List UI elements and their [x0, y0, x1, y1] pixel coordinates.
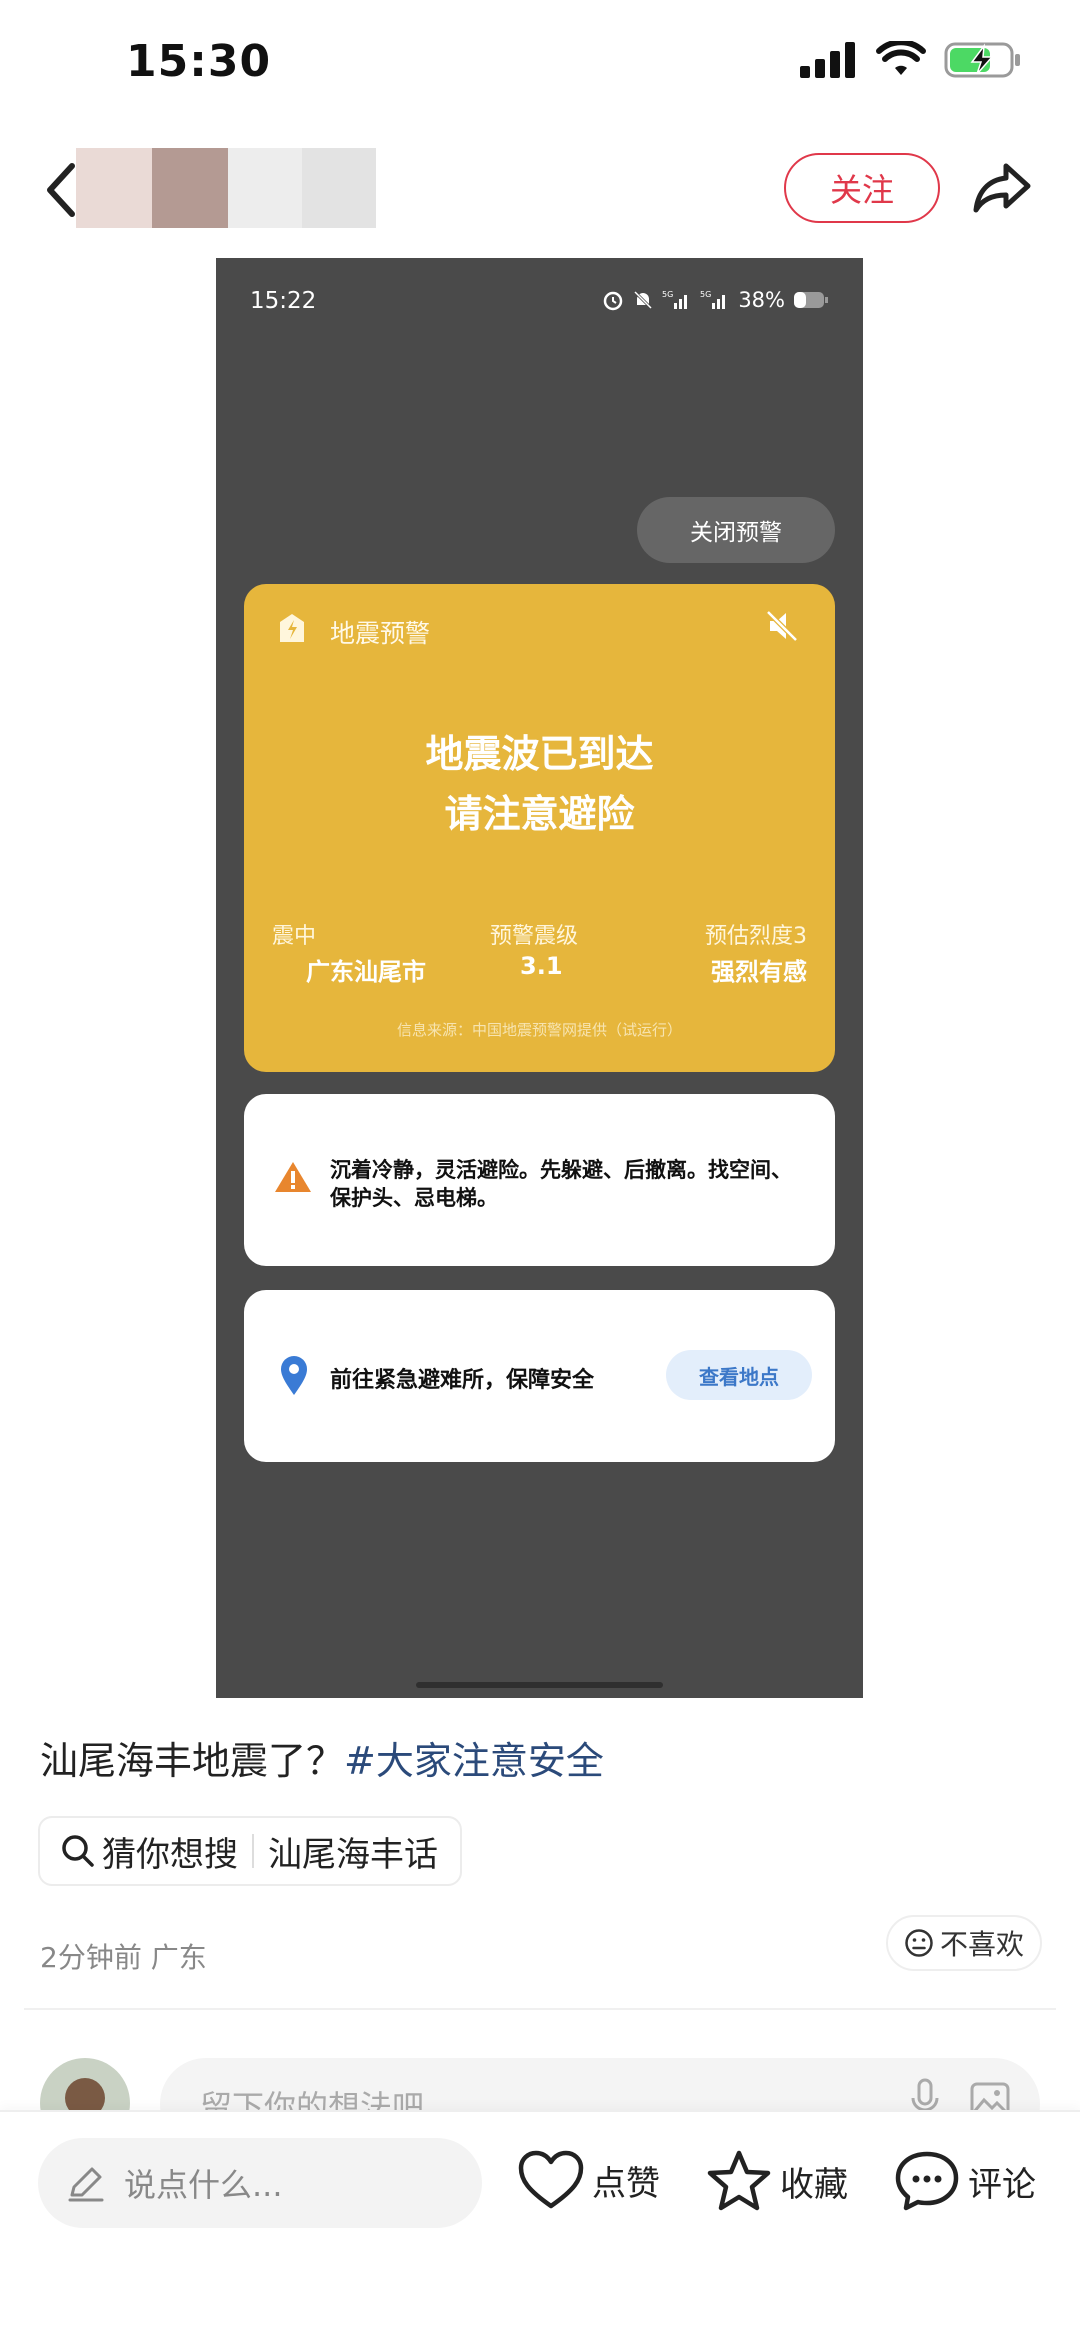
svg-text:5G: 5G	[700, 290, 711, 299]
shelter-card: 前往紧急避难所，保障安全 查看地点	[244, 1290, 835, 1462]
like-label: 点赞	[592, 2163, 660, 2204]
warning-icon	[275, 1162, 311, 1192]
alert-source: 信息来源：中国地震预警网提供（试运行）	[396, 1021, 682, 1039]
intensity-label: 预估烈度3	[705, 924, 807, 949]
dislike-label: 不喜欢	[940, 1928, 1025, 1961]
alarm-icon	[604, 291, 623, 311]
say-placeholder: 说点什么...	[124, 2166, 283, 2204]
alert-headline: 地震波已到达 请注意避险	[244, 724, 835, 844]
close-alert-button[interactable]: 关闭预警	[637, 497, 835, 563]
status-time: 15:30	[126, 36, 272, 87]
mute-bell-icon	[634, 290, 653, 310]
wifi-icon	[876, 41, 926, 75]
comment-label: 评论	[968, 2164, 1036, 2205]
post-meta: 2分钟前 广东	[40, 1941, 207, 1974]
intensity-value: 强烈有感	[711, 958, 807, 986]
guess-divider	[252, 1834, 254, 1868]
star-icon	[707, 2150, 771, 2211]
safety-tip-text: 沉着冷静，灵活避险。先躲避、后撤离。找空间、保护头、忌电梯。	[330, 1158, 792, 1210]
collect-button[interactable]: 收藏	[706, 2150, 848, 2212]
mute-icon[interactable]	[762, 606, 802, 646]
image-battery-text: 38%	[738, 288, 785, 312]
safety-tip-card: 沉着冷静，灵活避险。先躲避、后撤离。找空间、保护头、忌电梯。	[244, 1094, 835, 1266]
comment-button[interactable]: 评论	[894, 2150, 1036, 2212]
pencil-icon	[68, 2167, 104, 2202]
battery-charging-icon	[944, 42, 1020, 78]
magnitude-label: 预警震级	[490, 924, 579, 949]
guess-search-chip[interactable]: 猜你想搜 汕尾海丰话	[38, 1816, 462, 1886]
comment-bubble-icon	[895, 2151, 959, 2211]
alert-headline-line2: 请注意避险	[444, 792, 635, 836]
say-something-input[interactable]: 说点什么...	[38, 2138, 482, 2228]
earthquake-alert-card: 地震预警 地震波已到达 请注意避险 震中 预警震级 预估烈度3 广东汕尾市 3.…	[244, 584, 835, 1072]
image-status-time: 15:22	[250, 288, 317, 314]
dislike-button[interactable]: 不喜欢	[886, 1915, 1043, 1971]
author-info-blurred[interactable]	[76, 148, 376, 228]
search-icon	[62, 1835, 94, 1867]
image-battery-icon	[794, 292, 828, 308]
magnitude-value: 3.1	[520, 952, 563, 980]
follow-button[interactable]: 关注	[784, 153, 940, 223]
post-image[interactable]: 15:22 5G 5G 38% 关闭预警 地震预警 地震波已到达 请注意避险 震…	[216, 258, 863, 1698]
post-title-text: 汕尾海丰地震了？	[40, 1739, 345, 1783]
guess-label: 猜你想搜	[102, 1834, 238, 1875]
signal-5g-icon-2: 5G	[700, 290, 726, 309]
image-status-icons: 5G 5G 38%	[602, 288, 829, 312]
svg-text:5G: 5G	[662, 290, 673, 299]
location-pin-icon	[281, 1356, 307, 1395]
epicenter-label: 震中	[272, 924, 317, 949]
divider	[24, 2008, 1056, 2010]
heart-icon	[518, 2150, 584, 2209]
collect-label: 收藏	[780, 2164, 848, 2205]
signal-icon	[800, 42, 855, 78]
guess-query: 汕尾海丰话	[268, 1834, 438, 1875]
earthquake-icon	[280, 614, 304, 642]
alert-headline-line1: 地震波已到达	[425, 732, 654, 776]
image-home-indicator	[416, 1682, 663, 1688]
neutral-face-icon	[905, 1929, 933, 1957]
alert-title: 地震预警	[330, 619, 431, 648]
view-location-button[interactable]: 查看地点	[666, 1350, 812, 1400]
bottom-action-bar: 说点什么... 点赞 收藏 评论	[0, 2110, 1080, 2338]
status-icons	[800, 40, 1022, 80]
hashtag-link[interactable]: #大家注意安全	[344, 1739, 604, 1783]
epicenter-value: 广东汕尾市	[306, 958, 426, 986]
signal-5g-icon: 5G	[662, 290, 688, 309]
like-button[interactable]: 点赞	[518, 2150, 660, 2210]
shelter-text: 前往紧急避难所，保障安全	[330, 1368, 595, 1393]
post-title: 汕尾海丰地震了？#大家注意安全	[40, 1730, 604, 1785]
share-icon[interactable]	[972, 160, 1032, 216]
